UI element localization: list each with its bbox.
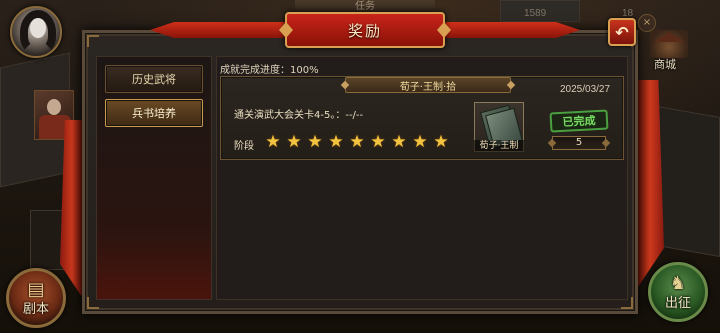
sidebar-item-label: 兵书培养 xyxy=(132,107,176,120)
back-arrow-icon: ↶ xyxy=(615,22,629,42)
completed-badge: 已完成 xyxy=(549,109,609,133)
star-icon: ★ xyxy=(370,132,386,152)
card-date: 2025/03/27 xyxy=(560,84,611,95)
star-icon: ★ xyxy=(265,132,281,152)
avatar-face xyxy=(30,18,46,38)
scroll-icon: ▤ xyxy=(27,279,45,300)
card-title-text: 荀子·王制·拾 xyxy=(399,81,457,93)
star-icon: ★ xyxy=(391,132,407,152)
stage-label: 阶段 xyxy=(234,141,254,152)
battle-button[interactable]: ♞ 出征 xyxy=(648,262,708,322)
sidebar-item-label: 历史武将 xyxy=(132,73,176,86)
battle-button-label: 出征 xyxy=(664,296,691,311)
star-icon: ★ xyxy=(307,132,323,152)
reward-count: 5 xyxy=(552,136,606,150)
portrait-face xyxy=(47,99,61,115)
page-title: 奖励 xyxy=(347,21,382,40)
star-icon: ★ xyxy=(433,132,449,152)
star-icon: ★ xyxy=(286,132,302,152)
horse-icon: ♞ xyxy=(669,273,687,294)
card-title: 荀子·王制·拾 xyxy=(345,77,511,93)
reward-item-name: 荀子·王制 xyxy=(474,140,524,152)
header-plaque: 奖励 xyxy=(285,12,445,48)
top-tab-label: 任务 xyxy=(355,1,375,12)
back-button[interactable]: ↶ xyxy=(608,18,636,46)
dialog-corner xyxy=(87,35,99,47)
card-description: 通关演武大会关卡4-5。：--/-- xyxy=(234,110,364,121)
script-button[interactable]: ▤ 剧本 xyxy=(6,268,66,328)
star-icon: ★ xyxy=(412,132,428,152)
achievement-progress: 成就完成进度：100% xyxy=(220,65,319,76)
shop-label[interactable]: 商城 xyxy=(654,56,676,72)
player-avatar[interactable] xyxy=(10,6,62,58)
dialog-header: 奖励 xyxy=(150,12,580,48)
sidebar-item-military-books[interactable]: 兵书培养 xyxy=(105,99,203,127)
category-sidebar: 历史武将 兵书培养 xyxy=(96,56,212,300)
stage-stars: ★ ★ ★ ★ ★ ★ ★ ★ ★ xyxy=(264,133,450,151)
script-button-label: 剧本 xyxy=(22,302,49,317)
shop-icon[interactable] xyxy=(650,30,688,58)
star-icon: ★ xyxy=(349,132,365,152)
star-icon: ★ xyxy=(328,132,344,152)
sidebar-item-history-generals[interactable]: 历史武将 xyxy=(105,65,203,93)
